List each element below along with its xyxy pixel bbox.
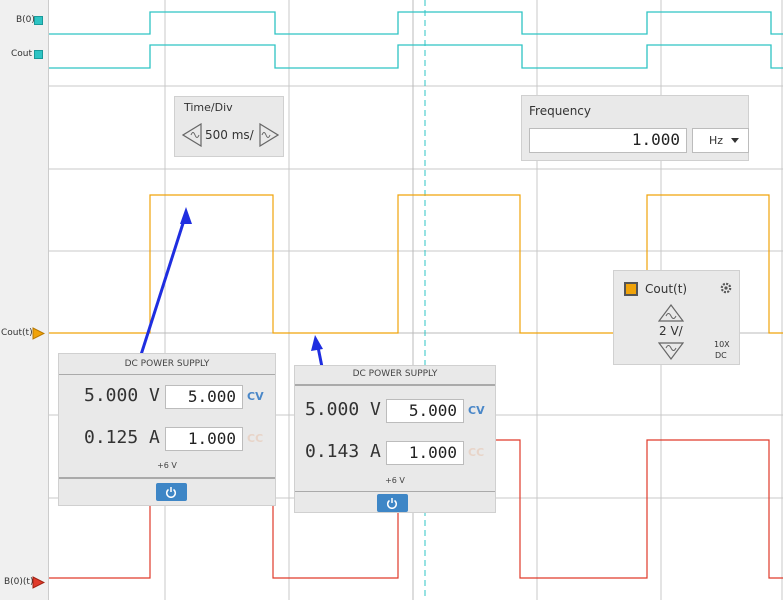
psu2-cv-indicator: CV (468, 404, 485, 417)
channel-label-cout-t: Cout(t) (1, 328, 33, 338)
power-icon (166, 487, 176, 498)
psu2-title: DC POWER SUPPLY (352, 369, 438, 379)
channel-label-cout: Cout (11, 49, 33, 59)
psu2-current-input[interactable]: 1.000 (386, 441, 464, 465)
psu1-title: DC POWER SUPPLY (124, 359, 210, 369)
channel-label-b0-t: B(0)(t) (4, 577, 34, 587)
psu1-power-button[interactable] (156, 483, 187, 501)
frequency-input[interactable]: 1.000 (529, 128, 687, 153)
coupling-mode[interactable]: DC (715, 351, 727, 360)
channel-b0-marker[interactable] (34, 16, 43, 25)
psu1-voltage-input[interactable]: 5.000 (165, 385, 243, 409)
channel-label-b0: B(0) (16, 15, 35, 25)
cout-t-channel-panel: Cout(t) 2 V/ 10X DC (613, 270, 740, 365)
volts-div-decrease-icon[interactable] (658, 342, 684, 360)
dc-power-supply-2: DC POWER SUPPLY 5.000 V 5.000 CV 0.143 A… (294, 365, 496, 513)
psu2-voltage-reading: 5.000 V (305, 399, 381, 420)
psu1-current-input[interactable]: 1.000 (165, 427, 243, 451)
channel-sidebar: B(0) Cout Cout(t) B(0)(t) (0, 0, 49, 600)
frequency-unit-select[interactable]: Hz (692, 128, 749, 153)
psu1-current-reading: 0.125 A (84, 427, 160, 448)
psu2-voltage-input[interactable]: 5.000 (386, 399, 464, 423)
cout-t-panel-title: Cout(t) (645, 282, 688, 296)
timebase-value: 500 ms/ (205, 128, 254, 142)
psu1-cc-indicator: CC (247, 432, 264, 445)
frequency-unit: Hz (709, 134, 724, 147)
probe-attenuation[interactable]: 10X (714, 340, 730, 349)
psu1-rail-label: +6 V (157, 461, 177, 470)
timebase-increase-icon[interactable] (259, 123, 279, 147)
b0-t-offset-marker[interactable] (32, 576, 45, 589)
frequency-panel: Frequency 1.000 Hz (521, 95, 749, 161)
trace-cout (49, 44, 783, 69)
psu2-rail-label: +6 V (385, 476, 405, 485)
volts-div-increase-icon[interactable] (658, 304, 684, 322)
psu2-power-button[interactable] (377, 494, 408, 512)
psu2-current-reading: 0.143 A (305, 441, 381, 462)
timebase-panel: Time/Div 500 ms/ (174, 96, 284, 157)
cout-t-offset-marker[interactable] (32, 327, 45, 340)
trace-b0 (49, 11, 783, 35)
chevron-down-icon (731, 138, 739, 143)
psu2-cc-indicator: CC (468, 446, 485, 459)
frequency-title: Frequency (529, 104, 591, 118)
timebase-decrease-icon[interactable] (182, 123, 202, 147)
power-icon (387, 498, 397, 509)
timebase-title: Time/Div (184, 101, 233, 114)
volts-div-value: 2 V/ (659, 324, 683, 338)
psu1-voltage-reading: 5.000 V (84, 385, 160, 406)
dc-power-supply-1: DC POWER SUPPLY 5.000 V 5.000 CV 0.125 A… (58, 353, 276, 506)
channel-cout-marker[interactable] (34, 50, 43, 59)
psu1-cv-indicator: CV (247, 390, 264, 403)
cout-t-color-swatch[interactable] (624, 282, 638, 296)
gear-icon[interactable] (719, 281, 733, 295)
